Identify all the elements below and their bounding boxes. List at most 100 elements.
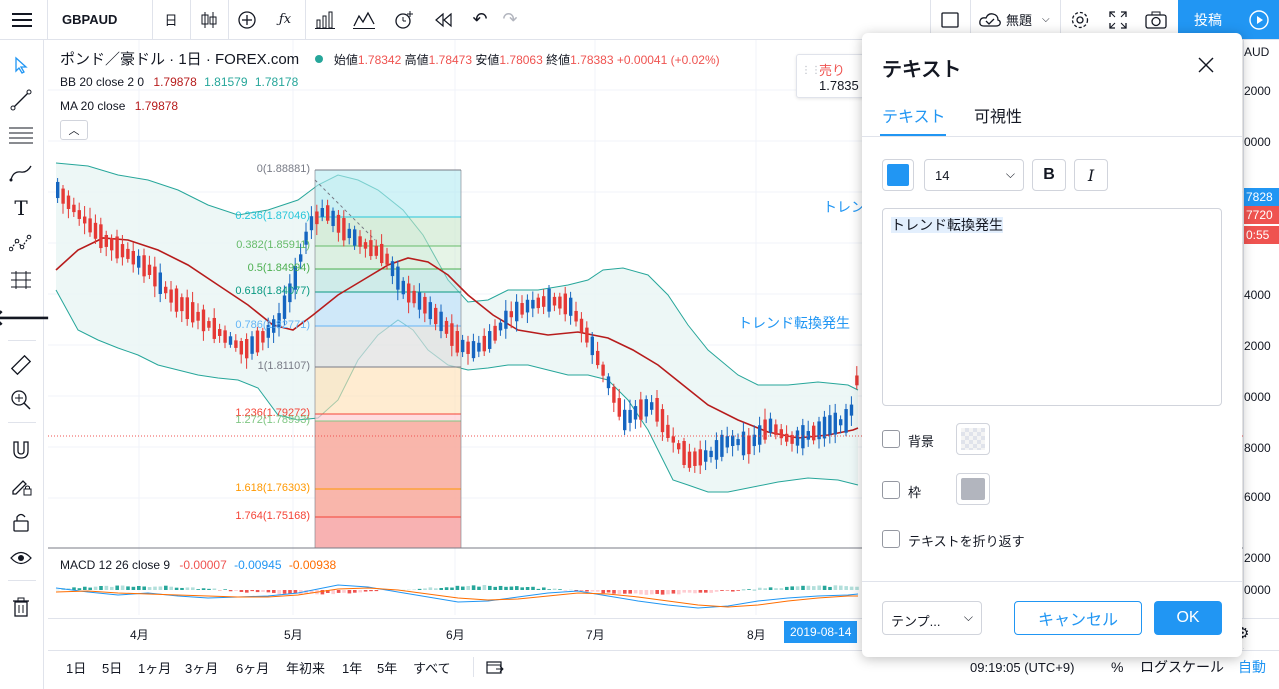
cursor-icon[interactable] — [6, 50, 36, 80]
candle-body — [228, 336, 233, 345]
ma-legend[interactable]: MA 20 close 1.79878 — [60, 99, 178, 113]
goto-date-icon[interactable] — [486, 651, 504, 683]
fib-level-label: 0.618(1.84077) — [235, 285, 310, 297]
macd-bar — [434, 588, 438, 590]
candle-body — [574, 310, 578, 322]
range-button[interactable]: 1ヶ月 — [138, 651, 171, 683]
close-label: 終値 — [546, 53, 571, 67]
lock-pencil-icon[interactable] — [6, 470, 36, 500]
candle-body — [201, 309, 206, 332]
macd-bar — [466, 585, 470, 590]
bar-chart-icon[interactable] — [307, 0, 343, 39]
drag-handle-icon[interactable]: ⋮⋮ — [801, 65, 821, 76]
prediction-icon[interactable] — [6, 265, 36, 295]
interval-button[interactable]: 日 — [155, 0, 187, 39]
auto-scale-toggle[interactable]: 自動 — [1238, 651, 1266, 683]
trash-icon[interactable] — [6, 592, 36, 622]
undo-icon[interactable]: ↶ — [464, 0, 496, 39]
range-button[interactable]: 1日 — [66, 651, 86, 683]
ok-button[interactable]: OK — [1154, 601, 1222, 635]
zoom-in-icon[interactable] — [6, 385, 36, 415]
macd-legend[interactable]: MACD 12 26 close 9 -0.00007 -0.00945 -0.… — [60, 558, 336, 572]
macd-bar — [158, 586, 163, 590]
candle-body — [536, 297, 540, 309]
candle-body — [428, 302, 432, 320]
range-button[interactable]: 3ヶ月 — [185, 651, 218, 683]
macd-bar — [563, 590, 568, 591]
range-button[interactable]: 5日 — [102, 651, 122, 683]
annotation-text-partial[interactable]: トレン — [823, 197, 865, 217]
multi-chart-icon[interactable] — [346, 0, 382, 39]
symbol-search[interactable]: GBPAUD — [50, 0, 150, 39]
candle-body — [99, 224, 103, 249]
menu-icon[interactable] — [0, 0, 44, 39]
range-button[interactable]: 6ヶ月 — [236, 651, 269, 683]
annotation-text[interactable]: トレンド転換発生 — [738, 313, 850, 333]
trend-line-icon[interactable] — [6, 85, 36, 115]
template-dropdown[interactable]: テンプ... ⌵ — [882, 601, 982, 635]
eye-icon[interactable] — [6, 543, 36, 573]
candle-body — [520, 303, 524, 315]
background-checkbox[interactable] — [882, 430, 900, 448]
pattern-icon[interactable] — [6, 228, 36, 258]
range-button[interactable]: 5年 — [377, 651, 397, 683]
collapse-legend-chevron-icon[interactable]: ︿ — [60, 120, 88, 140]
wrap-text-checkbox[interactable] — [882, 530, 900, 548]
cancel-button[interactable]: キャンセル — [1014, 601, 1142, 635]
fib-retracement-icon[interactable] — [6, 120, 36, 150]
border-color-swatch[interactable] — [956, 473, 990, 505]
candle-body — [590, 336, 594, 356]
close-icon[interactable] — [1196, 55, 1216, 80]
candle-body — [817, 421, 821, 440]
text-color-swatch[interactable] — [882, 159, 914, 191]
alarm-icon[interactable] — [386, 0, 422, 39]
fib-level-label: 0.382(1.85911) — [236, 239, 310, 251]
close-value: 1.78383 — [570, 53, 614, 67]
candle-body — [444, 320, 449, 334]
font-size-select[interactable]: 14 ⌵ — [924, 159, 1024, 191]
macd-label: MACD 12 26 close 9 — [60, 558, 171, 572]
macd-bar — [261, 590, 265, 592]
macd-bar — [180, 587, 184, 590]
macd-bar — [369, 590, 373, 592]
range-button[interactable]: 1年 — [342, 651, 362, 683]
macd-bar — [277, 590, 281, 595]
brush-icon[interactable] — [6, 158, 36, 188]
sell-button[interactable]: ⋮⋮ 売り 1.7835 — [796, 54, 866, 98]
replay-icon[interactable] — [426, 0, 462, 39]
macd-bar — [704, 590, 708, 593]
background-color-swatch[interactable] — [956, 423, 990, 455]
price-axis-label: 8000 — [1244, 441, 1271, 455]
lock-icon[interactable] — [6, 507, 36, 537]
bold-toggle[interactable]: B — [1032, 159, 1066, 191]
fib-level-label: 0.786(1.82771) — [235, 319, 310, 331]
text-input-area[interactable]: トレンド転換発生 — [882, 208, 1222, 406]
price-axis[interactable]: AUD 2000 0000 7828 7720 0:55 4000 2000 0… — [1243, 40, 1279, 649]
macd-bar — [196, 589, 200, 590]
tab-visibility[interactable]: 可視性 — [974, 103, 1022, 127]
macd-bar — [142, 586, 146, 590]
macd-histogram-value: -0.00007 — [179, 558, 227, 572]
play-icon[interactable] — [1238, 0, 1279, 39]
italic-toggle[interactable]: I — [1074, 159, 1108, 191]
candlestick-icon[interactable] — [192, 0, 226, 39]
dialog-title: テキスト — [882, 59, 962, 81]
indicators-fx-icon[interactable]: ƒx — [268, 0, 302, 39]
ruler-icon[interactable] — [6, 350, 36, 380]
candle-body — [174, 288, 179, 312]
redo-icon[interactable]: ↷ — [494, 0, 526, 39]
text-tool-icon[interactable]: T — [6, 193, 36, 223]
candle-body — [801, 425, 805, 449]
tab-text[interactable]: テキスト — [882, 103, 946, 127]
magnet-icon[interactable] — [6, 435, 36, 465]
candle-body — [434, 307, 438, 325]
candle-body — [779, 429, 783, 439]
range-button[interactable]: 年初来 — [286, 651, 325, 683]
bb-legend[interactable]: BB 20 close 2 0 1.79878 1.81579 1.78178 — [60, 75, 298, 89]
candle-body — [320, 208, 324, 217]
border-checkbox[interactable] — [882, 481, 900, 499]
range-button[interactable]: すべて — [413, 651, 451, 683]
back-arrow-icon[interactable]: 🡐 — [0, 303, 51, 333]
candle-body — [185, 297, 189, 320]
compare-plus-icon[interactable] — [230, 0, 264, 39]
